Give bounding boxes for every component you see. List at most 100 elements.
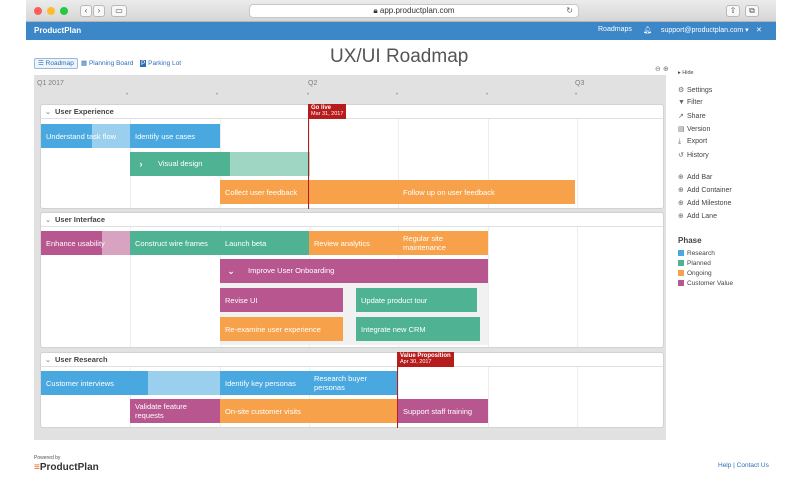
quarter-label: Q2 [308,80,318,87]
roadmap-bar[interactable]: Support staff training [398,399,488,423]
milestone-value-proposition[interactable]: Value Proposition Apr 30, 2017 [397,352,454,367]
chevron-down-icon[interactable]: ⌄ [41,105,55,119]
zoom-out-icon[interactable]: ⊖ [655,65,661,73]
roadmap-bar[interactable]: Identify use cases [130,124,220,148]
share-button[interactable]: ↗ Share [678,112,706,120]
month-tick: • [396,92,399,98]
plus-circle-icon: ⊕ [678,213,684,220]
plus-circle-icon: ⊕ [678,187,684,194]
help-contact-links[interactable]: Help | Contact Us [718,462,769,469]
filter-icon: ▼ [678,99,685,106]
quarter-label: Q3 [575,80,585,87]
add-lane-button[interactable]: ⊕ Add Lane [678,212,717,220]
roadmap-bar[interactable]: Enhance usability [41,231,130,255]
forward-icon[interactable]: › [93,5,105,17]
roadmap-bar[interactable]: Identify key personas [220,371,309,395]
roadmap-bar[interactable]: Research buyer personas [309,371,398,395]
tabs-icon[interactable]: ⧉ [745,5,759,17]
tab-planning-board[interactable]: ▦ Planning Board [78,58,136,69]
hide-sidebar-button[interactable]: ▸ Hide [678,70,694,76]
roadmap-bar[interactable]: Launch beta [220,231,309,255]
footer-logo[interactable]: ≡ProductPlan [34,462,99,473]
container-bar[interactable]: › Visual design [130,152,310,176]
month-tick: • [575,92,578,98]
parking-icon: P [140,60,147,67]
roadmap-bar[interactable]: Validate feature requests [130,399,220,423]
legend-swatch [678,260,684,266]
bell-icon[interactable]: 🔔︎ [643,26,652,34]
lane-header[interactable]: ⌄ User Research [41,353,663,367]
plus-circle-icon: ⊕ [678,174,684,181]
zoom-in-icon[interactable]: ⊕ [663,65,669,73]
zoom-window-button[interactable] [60,7,68,15]
reload-icon[interactable]: ↻ [566,5,573,17]
roadmap-bar[interactable]: Follow up on user feedback [398,180,575,204]
legend-swatch [678,270,684,276]
version-button[interactable]: ▤ Version [678,125,710,133]
roadmap-bar[interactable]: Re-examine user experience [220,317,343,341]
chevron-down-icon[interactable]: ⌄ [220,259,242,283]
month-tick: • [216,92,219,98]
legend-item-research: Research [678,250,715,257]
quarter-label: Q1 2017 [37,80,64,87]
share-browser-icon[interactable]: ⇧ [726,5,740,17]
lane-user-interface: ⌄ User Interface Enhance usability Constr… [40,212,664,348]
milestone-go-live[interactable]: Go live Mar 31, 2017 [308,104,347,119]
share-icon: ↗ [678,113,684,120]
lane-user-research: ⌄ User Research Customer interviews Ident… [40,352,664,428]
lane-header[interactable]: ⌄ User Interface [41,213,663,227]
roadmap-icon: ☰ [38,60,44,67]
sidebar-toggle-icon[interactable]: ▭ [111,5,127,17]
roadmap-bar[interactable]: Revise UI [220,288,343,312]
roadmap-bar[interactable]: Understand task flow [41,124,130,148]
page-title: UX/UI Roadmap [330,46,469,67]
legend-item-planned: Planned [678,260,711,267]
roadmap-bar[interactable]: On-site customer visits [220,399,398,423]
history-icon: ↺ [678,152,684,159]
milestone-line [308,104,309,209]
history-button[interactable]: ↺ History [678,151,709,159]
account-menu[interactable]: support@productplan.com ▾ [661,26,749,34]
chevron-down-icon[interactable]: ⌄ [41,353,55,367]
roadmap-bar[interactable]: Construct wire frames [130,231,220,255]
container-bar[interactable]: ⌄ Improve User Onboarding [220,259,488,283]
url-text: app.productplan.com [379,6,455,15]
roadmaps-link[interactable]: Roadmaps [598,26,632,33]
legend-swatch [678,250,684,256]
board-icon: ▦ [81,60,88,67]
browser-toolbar: ‹ › ▭ 🔒︎ app.productplan.com ↻ ⇧ ⧉ [26,0,776,22]
roadmap-bar[interactable]: Regular site maintenance [398,231,488,255]
month-tick: • [307,92,310,98]
month-tick: • [486,92,489,98]
version-icon: ▤ [678,126,685,133]
tab-roadmap[interactable]: ☰ Roadmap [34,58,78,69]
roadmap-bar[interactable]: Collect user feedback [220,180,398,204]
tab-parking-lot[interactable]: P Parking Lot [137,58,184,69]
powered-by-text: Powered by [34,455,61,461]
roadmap-bar[interactable]: Update product tour [356,288,477,312]
filter-button[interactable]: ▼ Filter [678,99,703,106]
roadmap-bar[interactable]: Integrate new CRM [356,317,480,341]
legend-item-ongoing: Ongoing [678,270,712,277]
chevron-right-icon[interactable]: › [130,152,152,176]
export-button[interactable]: ⤓ Export [678,138,707,146]
roadmap-bar[interactable]: Customer interviews [41,371,220,395]
plus-circle-icon: ⊕ [678,200,684,207]
address-bar[interactable]: 🔒︎ app.productplan.com ↻ [249,4,579,18]
chevron-down-icon[interactable]: ⌄ [41,213,55,227]
roadmap-bar[interactable]: Review analytics [309,231,398,255]
legend-title: Phase [678,236,702,245]
back-icon[interactable]: ‹ [80,5,92,17]
app-logo[interactable]: ProductPlan [34,26,81,35]
legend-item-customer-value: Customer Value [678,280,733,287]
legend-swatch [678,280,684,286]
close-window-button[interactable] [34,7,42,15]
add-milestone-button[interactable]: ⊕ Add Milestone [678,199,731,207]
add-container-button[interactable]: ⊕ Add Container [678,186,732,194]
lane-header[interactable]: ⌄ User Experience [41,105,663,119]
close-icon[interactable]: ✕ [756,26,762,34]
minimize-window-button[interactable] [47,7,55,15]
add-bar-button[interactable]: ⊕ Add Bar [678,173,712,181]
settings-button[interactable]: ⚙ Settings [678,86,712,94]
export-icon: ⤓ [678,138,682,145]
